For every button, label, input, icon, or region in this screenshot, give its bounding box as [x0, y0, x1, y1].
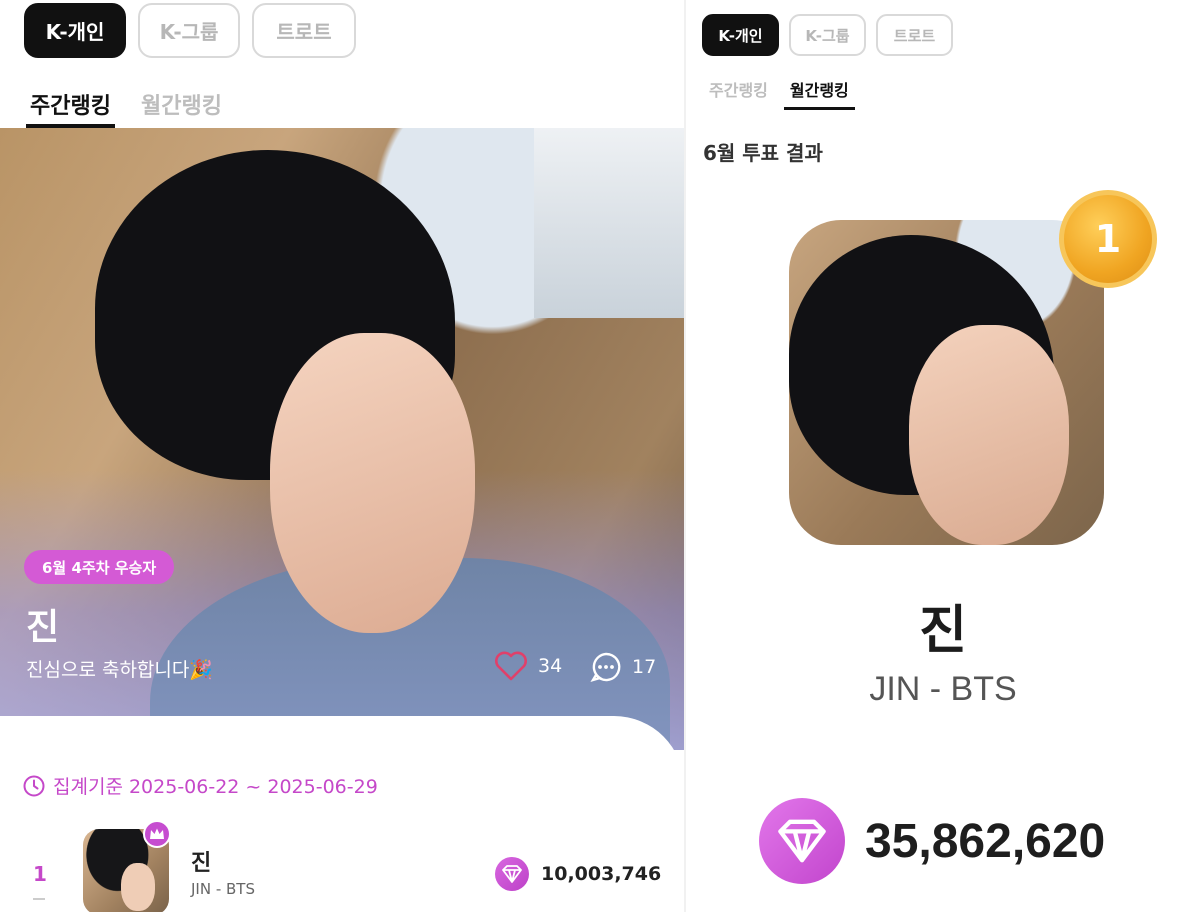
comment-icon [590, 652, 621, 682]
tab-weekly-ranking[interactable]: 주간랭킹 [709, 77, 768, 101]
period-label: 집계기준 2025-06-22 ~ 2025-06-29 [53, 776, 378, 798]
tab-monthly-ranking[interactable]: 월간랭킹 [141, 88, 222, 120]
chip-k-individual[interactable]: K-개인 [24, 3, 126, 58]
heart-icon [495, 651, 527, 681]
monthly-result-screen: K-개인 K-그룹 트로트 주간랭킹 월간랭킹 6월 투표 결과 1 진 JIN… [686, 0, 1200, 912]
chip-k-group[interactable]: K-그룹 [138, 3, 240, 58]
winner-name: 진 [919, 601, 967, 661]
car-window [534, 128, 684, 318]
comment-count: 17 [632, 656, 657, 678]
result-title: 6월 투표 결과 [703, 141, 823, 165]
ranking-row[interactable]: 1 진 JIN - BTS 10,003,746 [0, 820, 684, 912]
aggregation-period: 집계기준 2025-06-22 ~ 2025-06-29 [23, 772, 378, 799]
weekly-ranking-screen: K-개인 K-그룹 트로트 주간랭킹 월간랭킹 6월 4주차 우승자 진 진심으… [0, 0, 684, 912]
chip-trot[interactable]: 트로트 [252, 3, 356, 58]
photo-face [270, 333, 475, 633]
comment-button[interactable]: 17 [590, 651, 656, 683]
photo-face [909, 325, 1069, 545]
vote-count-value: 10,003,746 [541, 863, 662, 885]
medal-rank: 1 [1094, 217, 1122, 261]
ranking-tabs: 주간랭킹 월간랭킹 [26, 88, 222, 128]
clock-icon [23, 775, 45, 796]
thumbnail-face [121, 863, 155, 911]
rank-number: 1 [33, 862, 47, 886]
like-count: 34 [538, 655, 563, 677]
winner-hero-photo[interactable]: 6월 4주차 우승자 진 진심으로 축하합니다🎉 34 17 [0, 128, 684, 750]
crown-icon [143, 820, 171, 848]
ranking-tabs: 주간랭킹 월간랭킹 [709, 77, 855, 110]
tab-monthly-ranking[interactable]: 월간랭킹 [783, 77, 855, 110]
vote-gem-icon [759, 798, 845, 884]
category-chips: K-개인 K-그룹 트로트 [24, 3, 356, 58]
vote-gem-icon [495, 857, 529, 891]
ranking-card: 집계기준 2025-06-22 ~ 2025-06-29 1 진 JIN - B… [0, 716, 684, 912]
winner-badge: 6월 4주차 우승자 [24, 550, 175, 584]
winner-name: 진 [26, 607, 60, 648]
chip-trot[interactable]: 트로트 [876, 14, 953, 56]
total-votes-value: 35,862,620 [865, 814, 1106, 868]
total-votes: 35,862,620 [759, 798, 1105, 884]
rank-change-indicator [33, 898, 45, 900]
chip-k-group[interactable]: K-그룹 [789, 14, 866, 56]
winner-group: JIN - BTS [869, 670, 1017, 708]
category-chips: K-개인 K-그룹 트로트 [702, 14, 953, 56]
like-button[interactable]: 34 [494, 651, 562, 681]
artist-group: JIN - BTS [191, 880, 255, 898]
vote-count: 10,003,746 [495, 857, 661, 891]
congrats-message: 진심으로 축하합니다🎉 [26, 659, 214, 681]
artist-name: 진 [191, 851, 212, 876]
winner-photo[interactable] [789, 220, 1104, 545]
tab-weekly-ranking[interactable]: 주간랭킹 [26, 88, 115, 128]
first-place-medal-icon: 1 [1059, 190, 1157, 288]
chip-k-individual[interactable]: K-개인 [702, 14, 779, 56]
